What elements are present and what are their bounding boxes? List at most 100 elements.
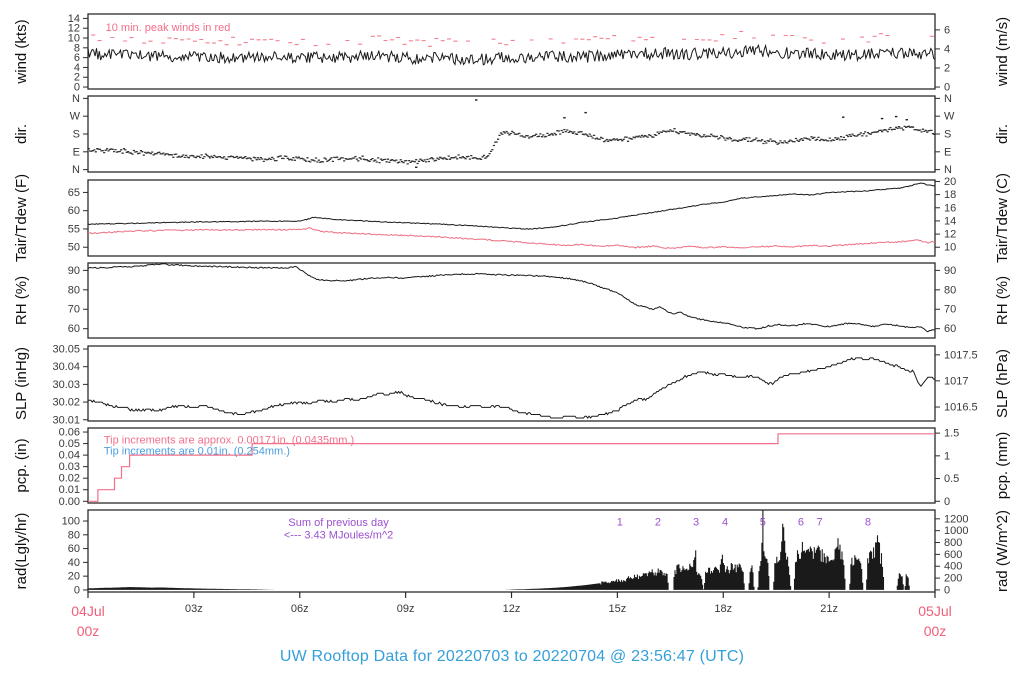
tick-label: 6 <box>944 24 950 36</box>
figure-title: UW Rooftop Data for 20220703 to 20220704… <box>279 648 745 665</box>
series-rad-bars <box>87 509 910 590</box>
tick-label: 1017 <box>944 375 968 387</box>
tick-label: 1 <box>944 450 950 462</box>
annotation-rad-3: 2 <box>655 516 661 528</box>
annotation-rad-0: Sum of previous day <box>288 517 389 529</box>
outlier-dot <box>880 117 884 120</box>
series-dir-scatter <box>87 125 936 165</box>
tick-label: 20 <box>68 571 80 583</box>
series-rh-0 <box>87 263 935 333</box>
tick-label: 16 <box>944 202 956 214</box>
outlier-dot <box>475 99 478 101</box>
tick-label: 60 <box>68 323 80 335</box>
tick-label: 0 <box>74 584 80 596</box>
x-label-hour: 00z <box>77 623 100 639</box>
tick-label: 1.5 <box>944 428 959 440</box>
tick-label: 10 <box>944 242 956 254</box>
annotation-rad-5: 4 <box>722 516 728 528</box>
right-axis-title-rh: RH (%) <box>994 276 1011 325</box>
x-label: 15z <box>609 603 627 615</box>
tick-label: 1017.5 <box>944 349 978 361</box>
tick-label: 0 <box>944 584 950 596</box>
x-label: 21z <box>820 603 838 615</box>
tick-label: E <box>73 146 80 158</box>
series-tair-0 <box>87 182 936 230</box>
tick-label: N <box>944 164 952 176</box>
tick-label: 4 <box>944 43 950 55</box>
tick-label: W <box>944 111 955 123</box>
annotation-wind-0: 10 min. peak winds in red <box>106 22 231 34</box>
tick-label: 70 <box>68 304 80 316</box>
right-axis-title-pcp: pcp. (mm) <box>994 432 1011 500</box>
tick-label: 2 <box>944 62 950 74</box>
tick-label: 0.03 <box>59 461 80 473</box>
outlier-dot <box>415 166 418 168</box>
multipanel-meteogram-figure: 0 2 4 6 8 10 12 14 0 2 4 6 wind (kts) wind (m/s) 10 mi… <box>0 0 1024 700</box>
tick-label: 90 <box>944 265 956 277</box>
tick-label: 30.05 <box>52 344 80 356</box>
left-axis-title-dir: dir. <box>13 124 30 144</box>
tick-label: 12 <box>944 229 956 241</box>
x-label: 06z <box>291 603 309 615</box>
tick-label: S <box>73 129 80 141</box>
tick-label: 60 <box>68 205 80 217</box>
x-label: 12z <box>503 603 521 615</box>
tick-label: 14 <box>944 215 956 227</box>
series-tair-1 <box>87 227 936 249</box>
tick-label: 100 <box>62 516 80 528</box>
tick-label: 0.04 <box>59 450 80 462</box>
tick-label: 18 <box>944 189 956 201</box>
tick-label: 0 <box>944 82 950 94</box>
panel-frame-tair <box>87 179 936 257</box>
tick-label: 0.02 <box>59 473 80 485</box>
left-axis-title-slp: SLP (inHg) <box>13 347 30 420</box>
tick-label: 0.00 <box>59 496 80 508</box>
right-axis-title-dir: dir. <box>994 124 1011 144</box>
tick-label: 65 <box>68 187 80 199</box>
tick-label: W <box>70 111 81 123</box>
outlier-dot <box>905 119 908 121</box>
series-wind-0 <box>87 43 936 66</box>
tick-label: 1200 <box>944 513 968 525</box>
annotation-rad-1: <--- 3.43 MJoules/m^2 <box>284 530 393 542</box>
tick-label: 30.01 <box>52 414 80 426</box>
tick-label: 1016.5 <box>944 402 978 414</box>
tick-label: 600 <box>944 549 962 561</box>
annotation-rad-2: 1 <box>617 516 623 528</box>
x-label-hour: 00z <box>924 623 947 639</box>
right-axis-title-wind: wind (m/s) <box>994 17 1011 87</box>
tick-label: 0.5 <box>944 473 959 485</box>
outlier-dot <box>894 115 898 118</box>
annotation-rad-9: 8 <box>865 516 871 528</box>
tick-label: 0 <box>944 496 950 508</box>
left-axis-title-rad: rad(Lgly/hr) <box>13 513 30 590</box>
tick-label: 50 <box>68 242 80 254</box>
meteogram-svg: 024681012140246wind (kts) wind (m/s)10 mi… <box>13 13 1011 639</box>
x-label: 03z <box>185 603 203 615</box>
tick-label: 800 <box>944 537 962 549</box>
x-label: 18z <box>714 603 732 615</box>
tick-label: 30.04 <box>52 361 80 373</box>
outlier-dot <box>563 117 566 119</box>
right-axis-title-tair: Tair/Tdew (C) <box>994 173 1011 263</box>
annotation-rad-6: 5 <box>760 516 766 528</box>
series-slp-0 <box>88 357 935 419</box>
left-axis-title-wind: wind (kts) <box>13 19 30 84</box>
tick-label: 30.02 <box>52 397 80 409</box>
tick-label: 80 <box>68 529 80 541</box>
annotation-pcp-1: Tip increments are 0.01in. (0.254mm.) <box>104 445 290 457</box>
outlier-dot <box>584 111 587 114</box>
tick-label: N <box>72 164 80 176</box>
tick-label: 90 <box>68 265 80 277</box>
tick-label: N <box>72 93 80 105</box>
tick-label: 0.06 <box>59 427 80 439</box>
tick-label: E <box>944 146 951 158</box>
tick-label: 60 <box>68 543 80 555</box>
annotation-rad-4: 3 <box>693 516 699 528</box>
weather-meteogram-page: 0 2 4 6 8 10 12 14 0 2 4 6 wind (kts) wind (m/s) 10 mi… <box>0 0 1024 700</box>
tick-label: 20 <box>944 176 956 188</box>
tick-label: N <box>944 93 952 105</box>
annotation-rad-7: 6 <box>798 516 804 528</box>
tick-label: 80 <box>944 284 956 296</box>
tick-label: 30.03 <box>52 379 80 391</box>
